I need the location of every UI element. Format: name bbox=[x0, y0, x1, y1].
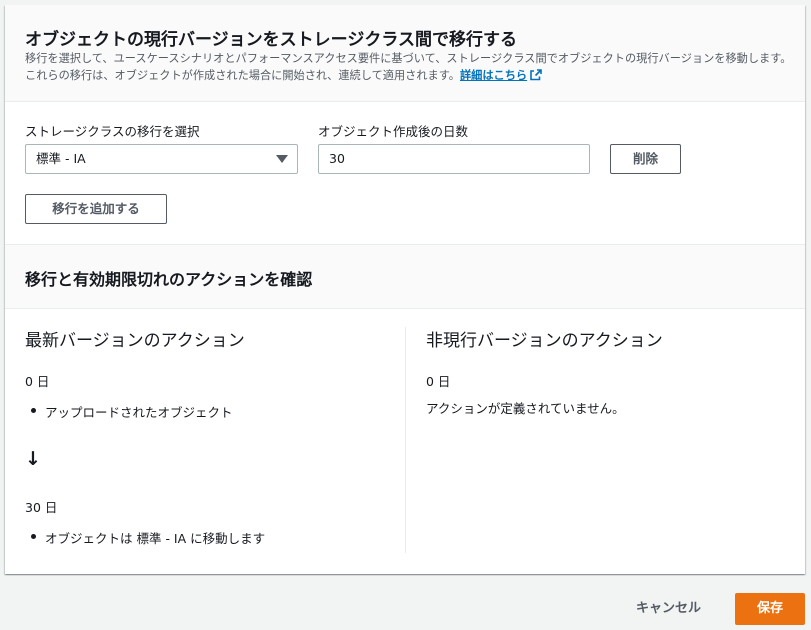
review-header: 移行と有効期限切れのアクションを確認 bbox=[5, 244, 805, 309]
bullet-icon bbox=[31, 534, 36, 539]
current-day30-action: オブジェクトは 標準 - IA に移動します bbox=[45, 531, 266, 546]
panel-header: オブジェクトの現行バージョンをストレージクラス間で移行する 移行を選択して、ユー… bbox=[5, 5, 805, 102]
learn-more-link[interactable]: 詳細はこちら bbox=[460, 69, 542, 82]
add-transition-button[interactable]: 移行を追加する bbox=[25, 194, 167, 224]
arrow-down-icon: ↓ bbox=[25, 448, 41, 470]
current-day0: 0 日 bbox=[25, 374, 50, 389]
panel-title: オブジェクトの現行バージョンをストレージクラス間で移行する bbox=[25, 30, 517, 50]
storage-class-label: ストレージクラスの移行を選択 bbox=[25, 124, 200, 139]
bullet-icon bbox=[31, 408, 36, 413]
caret-down-icon bbox=[276, 155, 288, 163]
column-divider bbox=[405, 327, 406, 553]
current-day0-action: アップロードされたオブジェクト bbox=[45, 405, 233, 420]
panel-description: 移行を選択して、ユースケースシナリオとパフォーマンスアクセス要件に基づいて、スト… bbox=[25, 50, 795, 86]
noncurrent-day0: 0 日 bbox=[426, 374, 451, 389]
learn-more-label: 詳細はこちら bbox=[459, 69, 528, 82]
days-input[interactable]: 30 bbox=[318, 144, 590, 174]
current-version-title: 最新バージョンのアクション bbox=[25, 331, 245, 351]
noncurrent-message: アクションが定義されていません。 bbox=[426, 401, 625, 416]
review-title: 移行と有効期限切れのアクションを確認 bbox=[25, 270, 313, 289]
external-link-icon bbox=[530, 69, 542, 86]
remove-button[interactable]: 削除 bbox=[610, 144, 681, 174]
cancel-button[interactable]: キャンセル bbox=[636, 597, 701, 616]
save-button[interactable]: 保存 bbox=[735, 593, 805, 625]
current-day30: 30 日 bbox=[25, 500, 58, 515]
storage-class-value: 標準 - IA bbox=[36, 151, 86, 166]
description-text: 移行を選択して、ユースケースシナリオとパフォーマンスアクセス要件に基づいて、スト… bbox=[25, 52, 792, 82]
transition-panel: オブジェクトの現行バージョンをストレージクラス間で移行する 移行を選択して、ユー… bbox=[5, 5, 805, 574]
noncurrent-version-title: 非現行バージョンのアクション bbox=[426, 331, 663, 351]
storage-class-select[interactable]: 標準 - IA bbox=[25, 144, 298, 174]
days-label: オブジェクト作成後の日数 bbox=[318, 124, 469, 139]
